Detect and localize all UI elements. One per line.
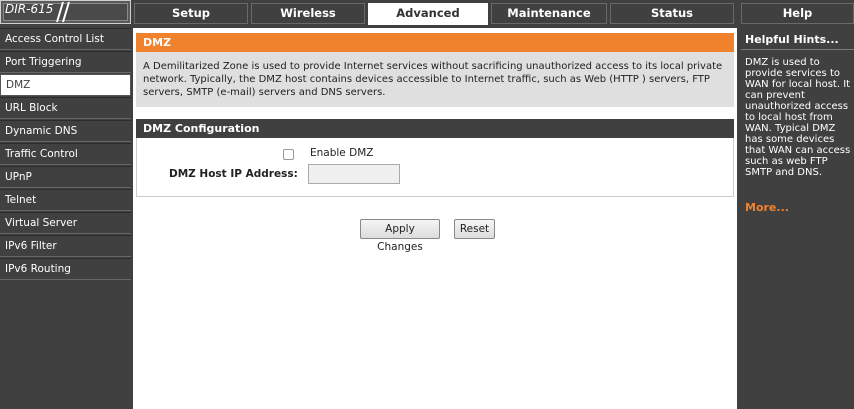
sidebar-item-port-triggering[interactable]: Port Triggering — [0, 51, 131, 73]
config-title: DMZ Configuration — [136, 119, 734, 138]
tab-help[interactable]: Help — [741, 3, 854, 24]
model-label: DIR-615 — [5, 2, 54, 16]
logo-stripes-icon — [56, 1, 70, 23]
sidebar-item-virtual-server[interactable]: Virtual Server — [0, 212, 131, 234]
apply-changes-button[interactable]: Apply Changes — [360, 219, 440, 253]
reset-button[interactable]: Reset — [454, 219, 495, 239]
tab-advanced[interactable]: Advanced — [368, 3, 488, 25]
dlink-logo: DIR-615 — [0, 0, 131, 24]
sidebar-item-url-block[interactable]: URL Block — [0, 97, 131, 119]
help-panel: Helpful Hints... DMZ is used to provide … — [741, 28, 854, 409]
sidebar-item-traffic-control[interactable]: Traffic Control — [0, 143, 131, 165]
sidebar-item-telnet[interactable]: Telnet — [0, 189, 131, 211]
tab-wireless[interactable]: Wireless — [251, 3, 365, 24]
sidebar-item-access-control-list[interactable]: Access Control List — [0, 28, 131, 50]
enable-dmz-checkbox[interactable] — [283, 149, 294, 160]
main-content: DMZ A Demilitarized Zone is used to prov… — [133, 28, 737, 409]
sidebar-item-dmz[interactable]: DMZ — [0, 74, 131, 96]
sidebar-item-ipv6-routing[interactable]: IPv6 Routing — [0, 258, 131, 280]
tab-setup[interactable]: Setup — [134, 3, 248, 24]
sidebar: Access Control List Port Triggering DMZ … — [0, 28, 131, 409]
tab-maintenance[interactable]: Maintenance — [491, 3, 607, 24]
dmz-host-ip-label: DMZ Host IP Address: — [169, 168, 298, 180]
section-title: DMZ — [136, 33, 734, 52]
enable-dmz-label: Enable DMZ — [310, 147, 374, 159]
sidebar-item-dynamic-dns[interactable]: Dynamic DNS — [0, 120, 131, 142]
help-more-link[interactable]: More... — [745, 201, 789, 214]
section-description: A Demilitarized Zone is used to provide … — [136, 52, 734, 107]
help-divider — [741, 49, 854, 50]
config-panel: Enable DMZ DMZ Host IP Address: — [136, 138, 734, 197]
help-text: DMZ is used to provide services to WAN f… — [745, 57, 851, 178]
router-admin-page: DIR-615 Setup Wireless Advanced Maintena… — [0, 0, 854, 409]
sidebar-item-upnp[interactable]: UPnP — [0, 166, 131, 188]
tab-status[interactable]: Status — [610, 3, 734, 24]
help-title: Helpful Hints... — [745, 33, 839, 46]
sidebar-item-ipv6-filter[interactable]: IPv6 Filter — [0, 235, 131, 257]
dmz-host-ip-input[interactable] — [308, 164, 400, 184]
